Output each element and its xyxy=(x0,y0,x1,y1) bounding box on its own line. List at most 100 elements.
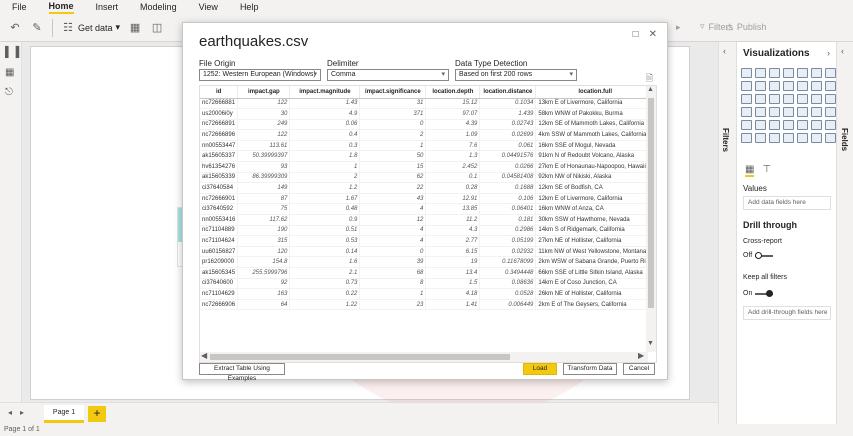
maximize-icon[interactable]: □ xyxy=(633,29,639,40)
visual-type-icon[interactable] xyxy=(825,107,836,117)
chevron-right-icon[interactable]: ▸ xyxy=(676,22,681,33)
column-header[interactable]: impact.gap xyxy=(237,86,291,99)
visual-type-icon[interactable] xyxy=(783,133,794,143)
keep-filters-toggle[interactable]: On xyxy=(743,289,774,297)
add-page-button[interactable]: + xyxy=(88,406,106,422)
column-header[interactable]: impact.significance xyxy=(359,86,427,99)
menu-view[interactable]: View xyxy=(199,2,218,12)
scroll-down-icon[interactable]: ▼ xyxy=(647,340,654,347)
chevron-left-icon[interactable]: ◂ xyxy=(8,408,12,417)
undo-icon[interactable]: ↶ xyxy=(8,21,22,35)
visual-type-icon[interactable] xyxy=(783,107,794,117)
publish-button[interactable]: △ Publish xyxy=(726,21,766,32)
chevron-left-icon[interactable]: ‹ xyxy=(841,46,844,56)
transform-data-button[interactable]: Transform Data xyxy=(563,363,617,375)
format-painter-icon[interactable]: ✎ xyxy=(30,21,44,35)
visual-type-icon[interactable] xyxy=(755,133,766,143)
menu-file[interactable]: File xyxy=(12,2,27,12)
page-tab-1[interactable]: Page 1 xyxy=(44,405,84,423)
visual-type-icon[interactable] xyxy=(797,68,808,78)
visual-type-icon[interactable] xyxy=(755,107,766,117)
visual-type-icon[interactable] xyxy=(769,107,780,117)
visual-type-icon[interactable] xyxy=(769,120,780,130)
visual-type-icon[interactable] xyxy=(741,107,752,117)
model-view-icon[interactable]: ⎋ xyxy=(5,88,17,98)
visual-type-icon[interactable] xyxy=(811,68,822,78)
visual-type-icon[interactable] xyxy=(769,94,780,104)
scroll-left-icon[interactable]: ◀ xyxy=(201,351,207,360)
menu-help[interactable]: Help xyxy=(240,2,259,12)
load-button[interactable]: Load xyxy=(523,363,557,375)
scroll-up-icon[interactable]: ▲ xyxy=(647,86,654,93)
file-origin-select[interactable]: 1252: Western European (Windows) ▾ xyxy=(199,69,321,81)
visual-type-icon[interactable] xyxy=(811,94,822,104)
column-header[interactable]: location.distance xyxy=(479,86,537,99)
horizontal-scrollbar[interactable]: ◀ ▶ xyxy=(200,351,648,362)
visual-type-icon[interactable] xyxy=(769,68,780,78)
visual-type-icon[interactable] xyxy=(741,68,752,78)
visual-type-icon[interactable] xyxy=(797,94,808,104)
visual-type-icon[interactable] xyxy=(783,94,794,104)
visual-type-icon[interactable] xyxy=(769,81,780,91)
excel-icon[interactable]: ▦ xyxy=(128,21,142,35)
menu-home[interactable]: Home xyxy=(48,1,74,14)
visual-type-icon[interactable] xyxy=(825,94,836,104)
visual-type-icon[interactable] xyxy=(797,81,808,91)
get-data-button[interactable]: ☷ Get data ▾ xyxy=(61,21,120,35)
column-header[interactable]: location.full xyxy=(535,86,656,99)
visual-type-icon[interactable] xyxy=(797,120,808,130)
detection-select[interactable]: Based on first 200 rows ▾ xyxy=(455,69,577,81)
format-paintbrush-icon[interactable]: ⊤ xyxy=(762,164,771,177)
visual-type-icon[interactable] xyxy=(825,120,836,130)
table-row: nc71104624 315 0.53 4 2.77 0.05199 27km NE of … xyxy=(200,235,656,247)
visual-type-icon[interactable] xyxy=(741,120,752,130)
cancel-button[interactable]: Cancel xyxy=(623,363,655,375)
chevron-right-icon[interactable]: ▸ xyxy=(20,408,24,417)
visual-type-icon[interactable] xyxy=(783,81,794,91)
drill-through-well[interactable]: Add drill-through fields here xyxy=(743,306,831,320)
visual-type-icon[interactable] xyxy=(811,120,822,130)
visual-type-icon[interactable] xyxy=(741,94,752,104)
cross-report-toggle[interactable]: Off xyxy=(743,251,774,259)
scroll-thumb[interactable] xyxy=(210,354,510,360)
delimiter-select[interactable]: Comma ▾ xyxy=(327,69,449,81)
column-header[interactable]: id xyxy=(200,86,239,99)
visual-type-icon[interactable] xyxy=(769,133,780,143)
visual-type-icon[interactable] xyxy=(797,133,808,143)
chevron-left-icon[interactable]: ‹ xyxy=(723,46,726,56)
scroll-thumb[interactable] xyxy=(648,98,654,308)
extract-table-button[interactable]: Extract Table Using Examples xyxy=(199,363,285,382)
fields-well-icon[interactable]: ▦ xyxy=(745,164,755,177)
menu-modeling[interactable]: Modeling xyxy=(140,2,177,12)
values-well[interactable]: Add data fields here xyxy=(743,196,831,210)
visual-type-icon[interactable] xyxy=(825,133,836,143)
column-header[interactable]: location.depth xyxy=(425,86,481,99)
visual-type-icon[interactable] xyxy=(755,120,766,130)
table-cell: 2.1 xyxy=(289,267,361,279)
close-icon[interactable]: ✕ xyxy=(649,29,657,40)
filters-pane[interactable]: ‹ Filters xyxy=(718,42,736,424)
table-cell: 122 xyxy=(237,129,291,141)
visual-type-icon[interactable] xyxy=(741,133,752,143)
visual-type-icon[interactable] xyxy=(741,81,752,91)
vertical-scrollbar[interactable]: ▲ ▼ xyxy=(646,86,656,352)
dataset-icon[interactable]: ◫ xyxy=(150,21,164,35)
column-header[interactable]: impact.magnitude xyxy=(289,86,361,99)
data-view-icon[interactable]: ▦ xyxy=(5,68,17,78)
visual-type-icon[interactable] xyxy=(797,107,808,117)
visual-type-icon[interactable] xyxy=(755,81,766,91)
visual-type-icon[interactable] xyxy=(783,120,794,130)
visual-type-icon[interactable] xyxy=(755,94,766,104)
menu-insert[interactable]: Insert xyxy=(96,2,119,12)
visual-type-icon[interactable] xyxy=(825,68,836,78)
chevron-right-icon[interactable]: › xyxy=(827,48,830,58)
fields-pane[interactable]: ‹ Fields xyxy=(836,42,853,424)
visual-type-icon[interactable] xyxy=(825,81,836,91)
visual-type-icon[interactable] xyxy=(811,107,822,117)
visual-type-icon[interactable] xyxy=(783,68,794,78)
visual-type-icon[interactable] xyxy=(811,133,822,143)
report-view-icon[interactable]: ▌▐ xyxy=(5,48,19,58)
visual-type-icon[interactable] xyxy=(811,81,822,91)
visual-type-icon[interactable] xyxy=(755,68,766,78)
scroll-right-icon[interactable]: ▶ xyxy=(638,351,644,360)
